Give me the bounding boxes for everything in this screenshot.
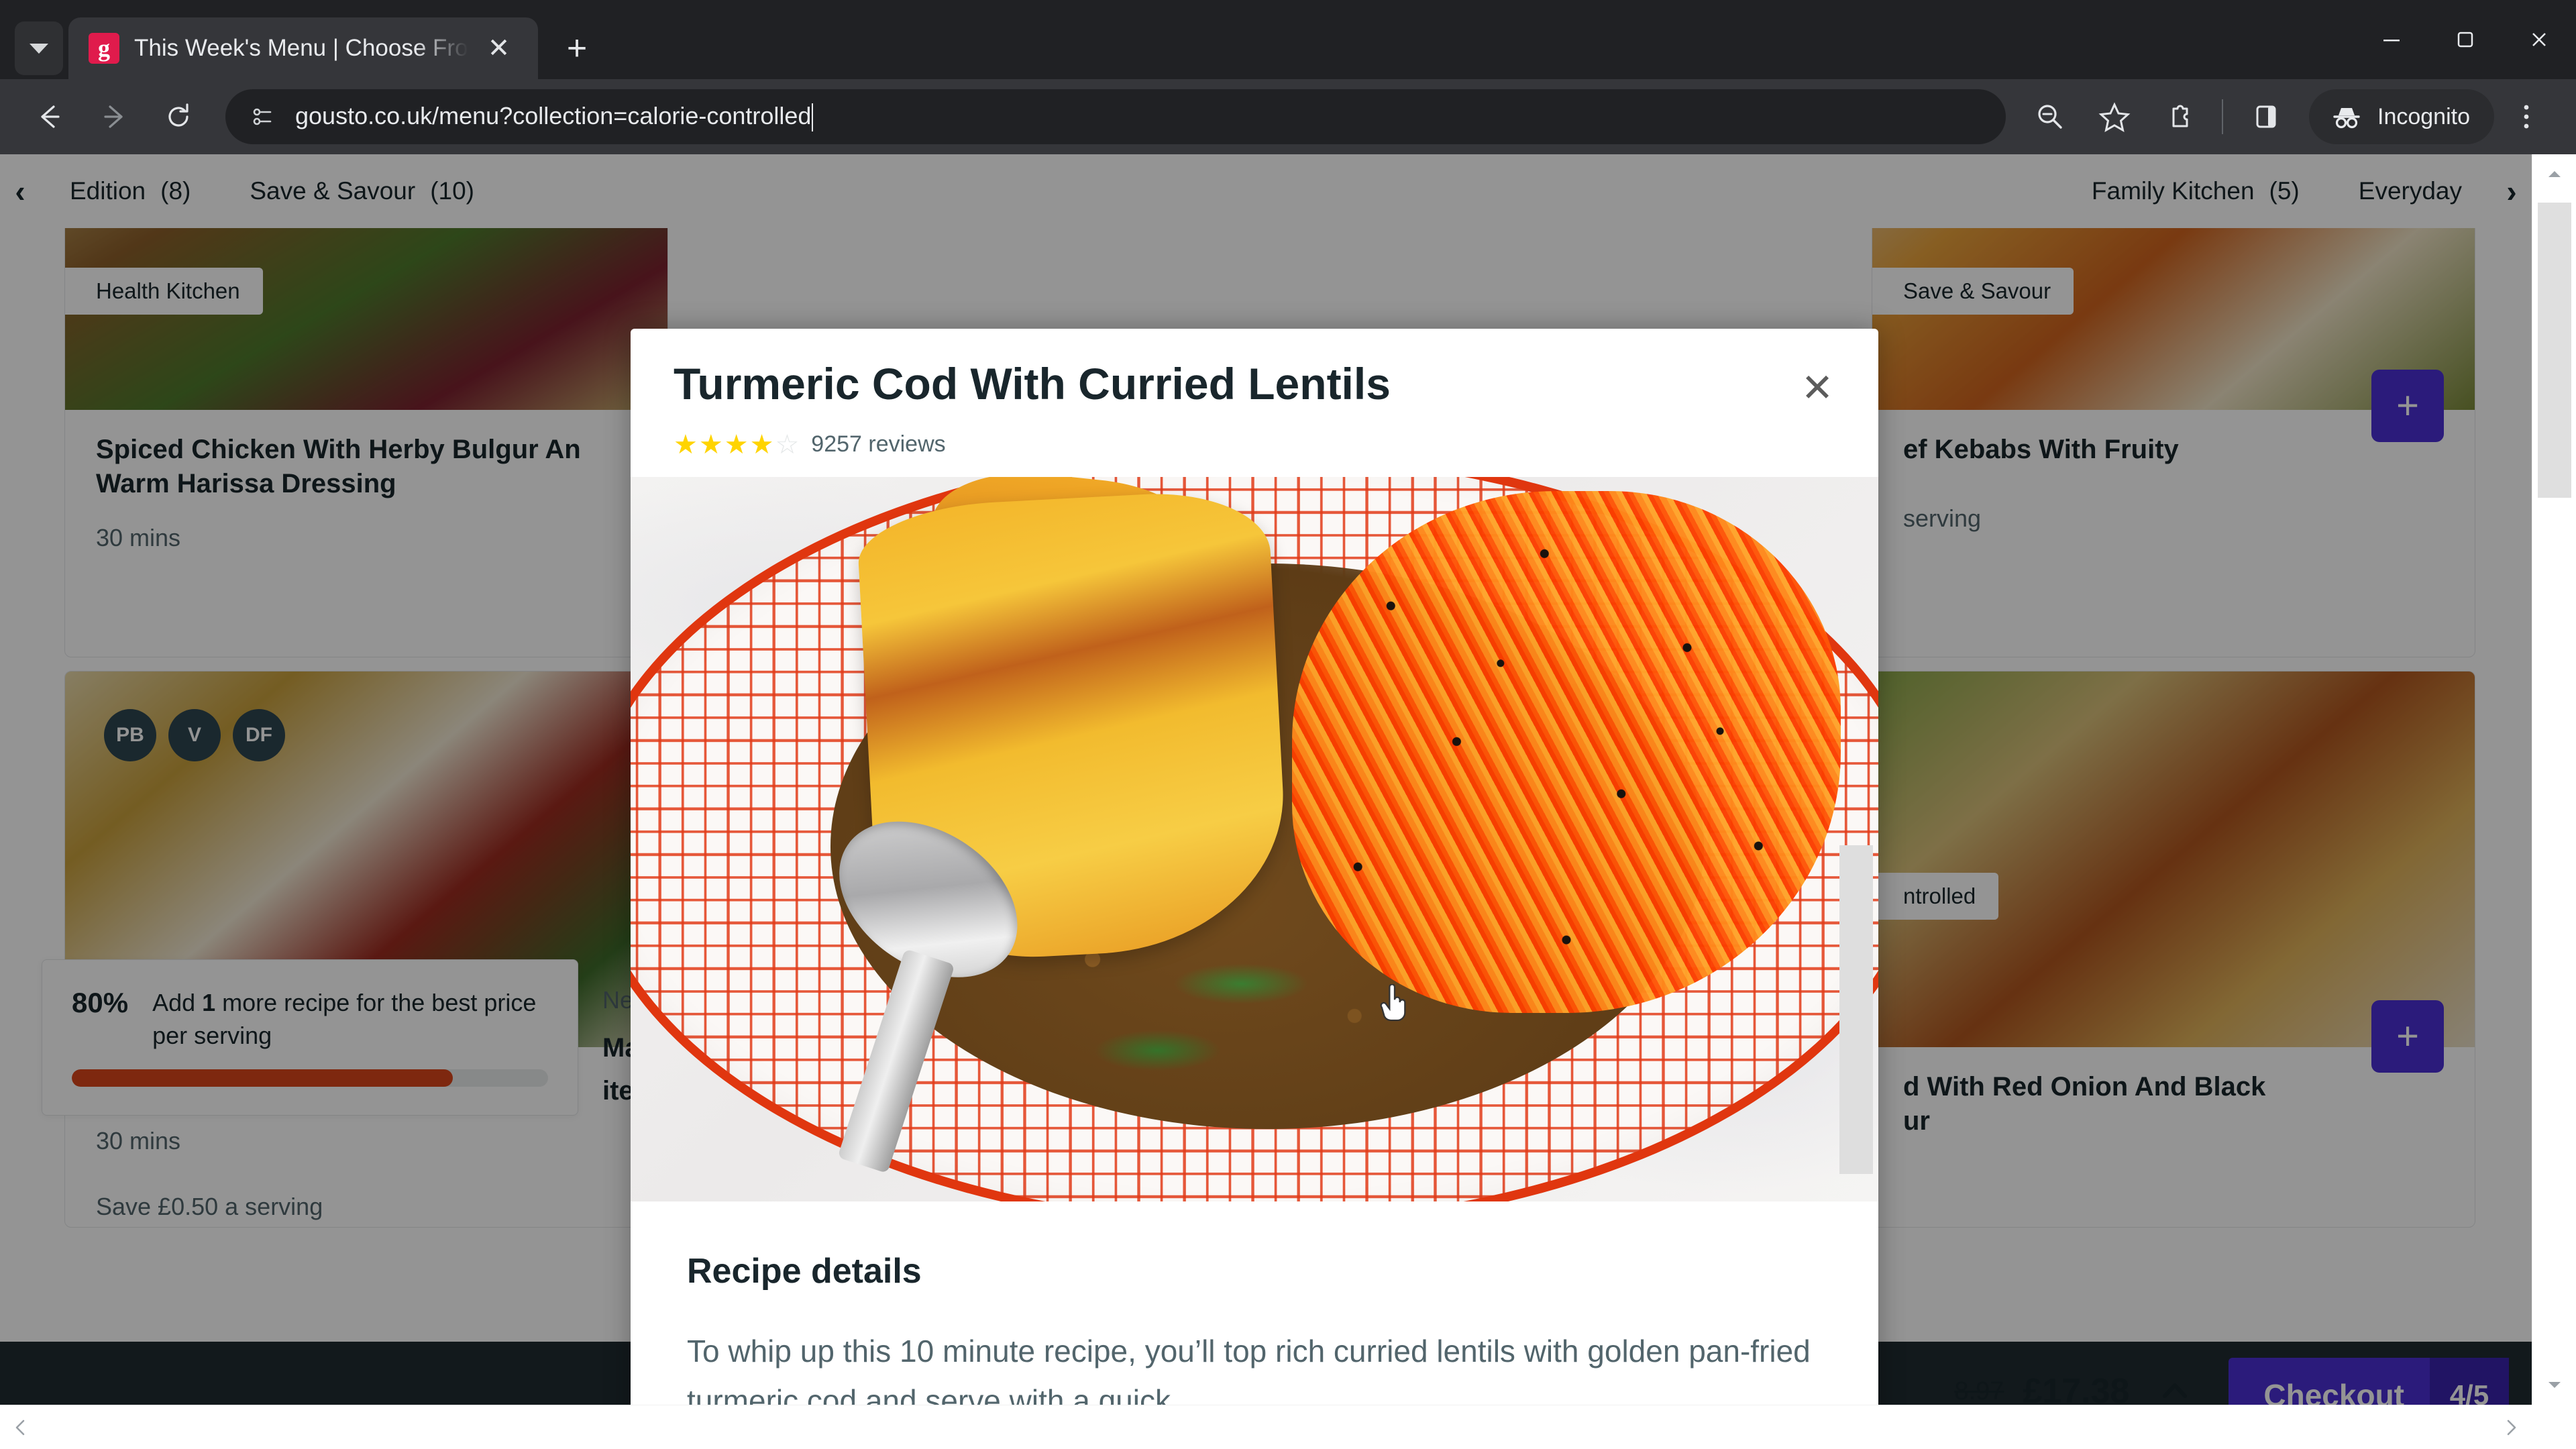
horizontal-scrollbar[interactable] <box>0 1405 2532 1449</box>
tab-close-button[interactable]: ✕ <box>483 32 515 64</box>
window-controls <box>2355 0 2576 79</box>
bookmark-star-icon[interactable] <box>2082 85 2147 149</box>
star-rating: ★ ★ ★ ★ ☆ <box>674 431 799 458</box>
modal-scrollbar-thumb[interactable] <box>1839 845 1873 1174</box>
extensions-icon[interactable] <box>2147 85 2211 149</box>
scroll-left-arrow-icon <box>15 1419 25 1435</box>
rating-row: ★ ★ ★ ★ ☆ 9257 reviews <box>674 431 1830 458</box>
page-scrollbar-thumb[interactable] <box>2538 203 2571 498</box>
black-sesame-graphic <box>1291 491 1841 1013</box>
window-close-button[interactable] <box>2502 0 2576 79</box>
modal-scrollbar[interactable] <box>1834 329 1878 1449</box>
window-minimize-button[interactable] <box>2355 0 2428 79</box>
browser-tab[interactable]: g This Week's Menu | Choose Fro ✕ <box>68 17 538 79</box>
recipe-detail-modal: Turmeric Cod With Curried Lentils ★ ★ ★ … <box>631 329 1878 1449</box>
star-icon: ★ <box>698 429 723 460</box>
chevron-down-icon <box>30 43 48 54</box>
page-scrollbar[interactable] <box>2532 154 2576 1449</box>
zoom-out-icon[interactable] <box>2018 85 2082 149</box>
star-icon: ★ <box>674 429 698 460</box>
address-bar[interactable]: gousto.co.uk/menu?collection=calorie-con… <box>225 89 2006 144</box>
gousto-favicon-icon: g <box>89 33 119 64</box>
incognito-indicator[interactable]: Incognito <box>2309 89 2494 144</box>
scroll-down-arrow-icon[interactable] <box>2532 1364 2576 1405</box>
mouse-cursor-pointer <box>1380 983 1406 1021</box>
recipe-details-heading: Recipe details <box>687 1251 922 1291</box>
scrollbar-corner <box>2532 1405 2576 1449</box>
food-photo <box>631 476 1878 1201</box>
reload-button[interactable] <box>146 85 211 149</box>
page-viewport: ‹ Edition (8) Save & Savour (10) Family … <box>0 154 2576 1449</box>
back-button[interactable] <box>17 85 82 149</box>
window-maximize-button[interactable] <box>2428 0 2502 79</box>
tab-strip: g This Week's Menu | Choose Fro ✕ + <box>0 0 2576 79</box>
browser-window: g This Week's Menu | Choose Fro ✕ + gous… <box>0 0 2576 1449</box>
modal-header: Turmeric Cod With Curried Lentils ★ ★ ★ … <box>631 329 1878 477</box>
scroll-up-arrow-icon[interactable] <box>2532 154 2576 195</box>
tab-title: This Week's Menu | Choose Fro <box>134 35 468 61</box>
review-count: 9257 reviews <box>811 431 946 458</box>
modal-recipe-title: Turmeric Cod With Curried Lentils <box>674 359 1391 409</box>
new-tab-button[interactable]: + <box>555 27 598 70</box>
toolbar-divider <box>2222 99 2223 134</box>
browser-toolbar: gousto.co.uk/menu?collection=calorie-con… <box>0 79 2576 154</box>
three-dot-menu-icon[interactable] <box>2494 85 2559 149</box>
side-panel-icon[interactable] <box>2234 85 2298 149</box>
scroll-right-arrow-icon <box>2507 1419 2516 1435</box>
star-icon: ★ <box>749 429 774 460</box>
tab-search-button[interactable] <box>15 21 63 75</box>
star-icon-empty: ☆ <box>775 429 800 460</box>
page-info-icon <box>253 108 272 125</box>
url-text: gousto.co.uk/menu?collection=calorie-con… <box>295 102 814 132</box>
recipe-hero-image <box>631 476 1878 1201</box>
star-icon: ★ <box>724 429 749 460</box>
incognito-icon <box>2333 108 2360 129</box>
incognito-label: Incognito <box>2377 103 2470 129</box>
forward-button[interactable] <box>82 85 146 149</box>
